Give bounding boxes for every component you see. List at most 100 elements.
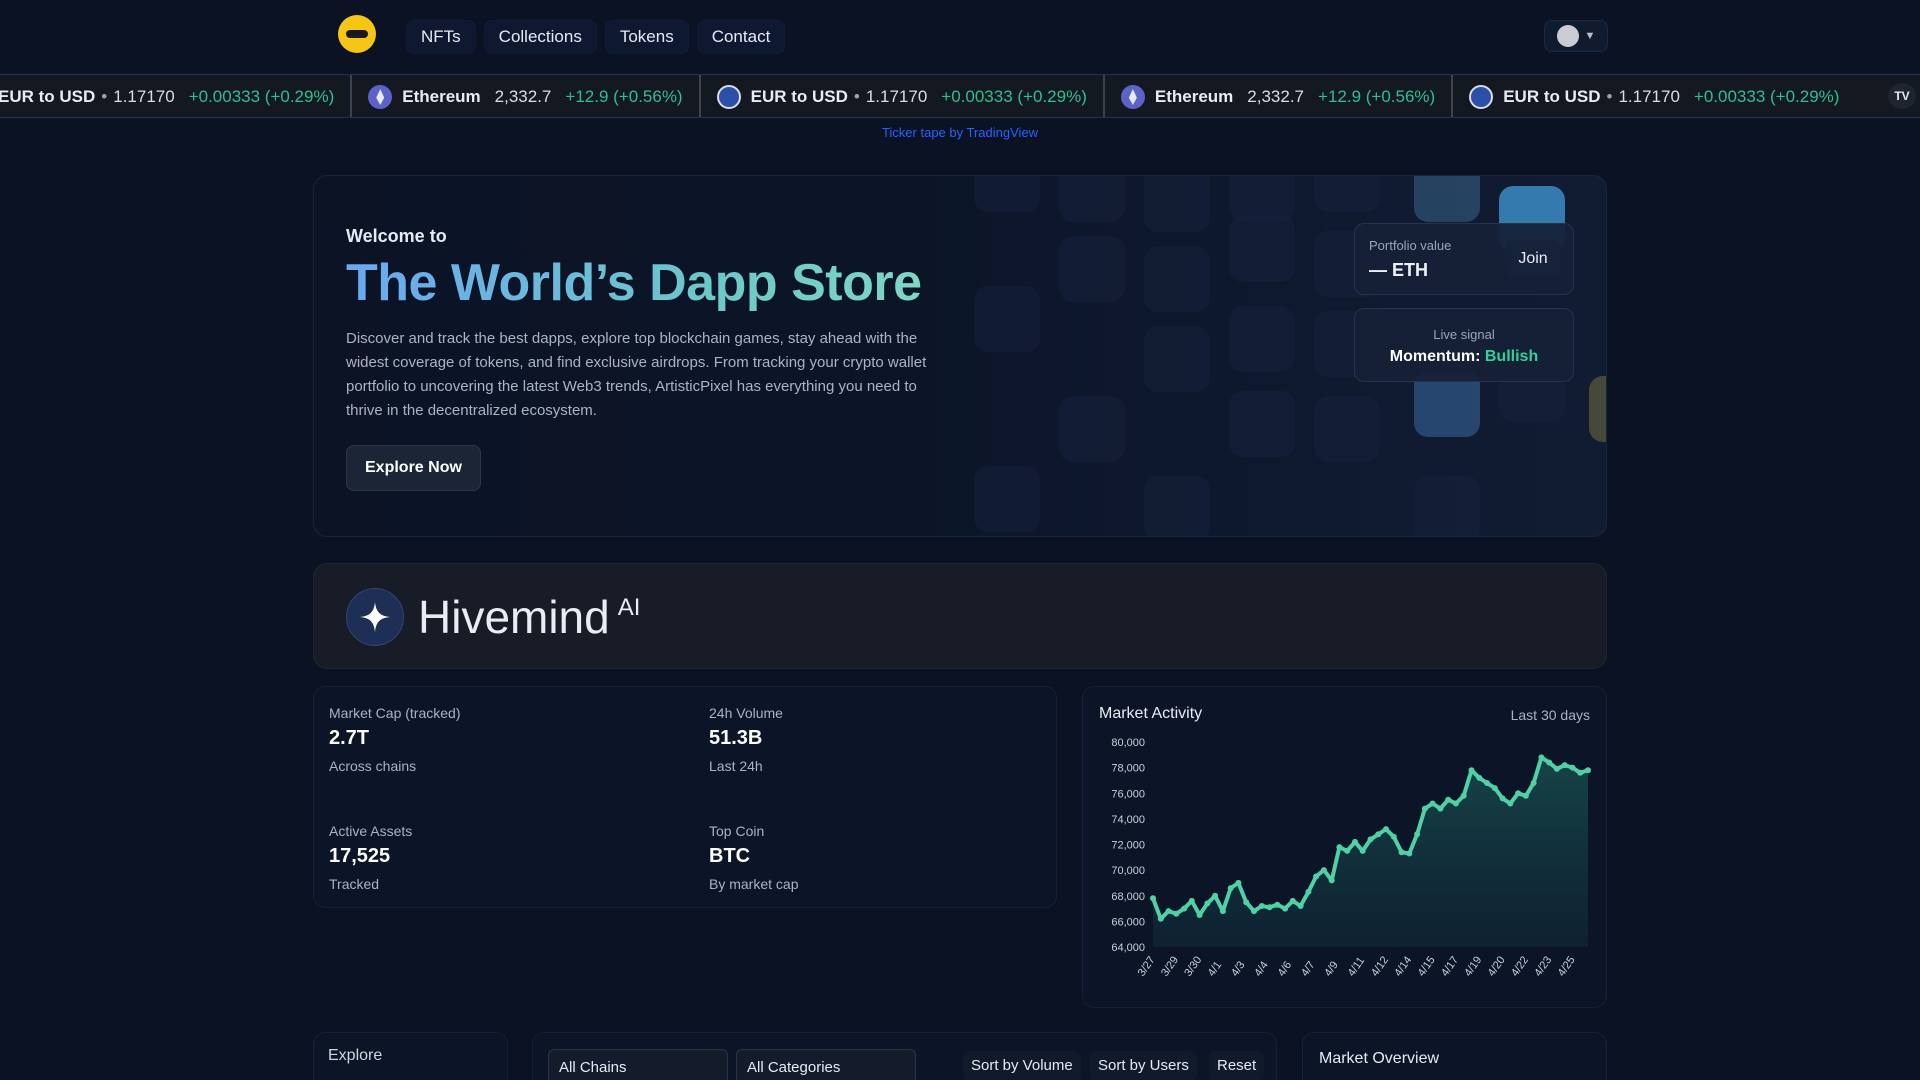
chart-data-point[interactable] (1468, 767, 1475, 774)
chart-data-point[interactable] (1188, 897, 1195, 904)
hivemind-title-text: Hivemind (418, 591, 610, 643)
sort-volume-button[interactable]: Sort by Volume (963, 1051, 1081, 1080)
y-tick-label: 68,000 (1111, 891, 1145, 903)
chart-data-point[interactable] (1515, 790, 1522, 797)
chart-data-point[interactable] (1266, 904, 1273, 911)
chart-data-point[interactable] (1150, 895, 1156, 902)
chart-data-point[interactable] (1530, 780, 1537, 786)
chart-data-point[interactable] (1561, 762, 1568, 769)
chart-data-point[interactable] (1165, 908, 1172, 915)
chart-data-point[interactable] (1383, 826, 1389, 833)
market-activity-chart[interactable]: 64,000 66,000 68,000 70,000 72,000 74,000 76,0… (1083, 687, 1608, 1009)
stat-active-assets: Active Assets 17,525 Tracked (329, 823, 669, 892)
chart-data-point[interactable] (1227, 885, 1234, 892)
ticker-caption-link[interactable]: Ticker tape by TradingView (0, 125, 1920, 140)
chart-data-point[interactable] (1437, 805, 1444, 812)
ticker-item[interactable]: EUR to USD • 1.17170 +0.00333 (+0.29%) (1453, 75, 1855, 117)
chart-data-point[interactable] (1546, 759, 1553, 766)
category-select[interactable]: All Categories (736, 1049, 916, 1080)
x-tick-label: 4/14 (1392, 954, 1414, 978)
chart-data-point[interactable] (1452, 800, 1459, 807)
chart-data-point[interactable] (1243, 899, 1250, 906)
chart-data-point[interactable] (1258, 903, 1265, 909)
sort-users-button[interactable]: Sort by Users (1090, 1051, 1197, 1080)
chart-data-point[interactable] (1219, 908, 1226, 915)
chart-data-point[interactable] (1297, 903, 1304, 909)
ticker-tape[interactable]: EUR to USD • 1.17170 +0.00333 (+0.29%) E… (0, 74, 1920, 118)
chart-data-point[interactable] (1499, 795, 1506, 802)
explore-heading: Explore (328, 1047, 383, 1064)
chart-data-point[interactable] (1538, 754, 1545, 761)
chart-data-point[interactable] (1484, 780, 1490, 786)
chart-data-point[interactable] (1181, 905, 1188, 912)
join-button[interactable]: Join (1505, 240, 1561, 278)
nav-collections[interactable]: Collections (483, 20, 597, 54)
reset-button[interactable]: Reset (1209, 1051, 1265, 1080)
hivemind-banner[interactable]: Hivemind AI (313, 563, 1607, 669)
ticker-separator: • (853, 87, 860, 106)
chart-data-point[interactable] (1367, 836, 1374, 843)
chart-data-point[interactable] (1390, 833, 1397, 840)
chart-data-point[interactable] (1445, 796, 1452, 803)
chart-data-point[interactable] (1375, 831, 1382, 838)
nav-contact[interactable]: Contact (696, 20, 786, 54)
ticker-price: 1.17170 (865, 87, 928, 106)
chart-data-point[interactable] (1305, 888, 1312, 895)
chart-data-point[interactable] (1212, 892, 1219, 899)
chart-data-point[interactable] (1359, 847, 1366, 854)
ticker-item[interactable]: EUR to USD • 1.17170 +0.00333 (+0.29%) (701, 75, 1105, 117)
chart-data-point[interactable] (1274, 901, 1281, 908)
nav-tokens[interactable]: Tokens (604, 20, 689, 54)
chart-data-point[interactable] (1414, 831, 1421, 838)
x-tick-label: 4/6 (1276, 959, 1295, 978)
chart-data-point[interactable] (1235, 879, 1242, 886)
chart-data-point[interactable] (1352, 838, 1358, 845)
tradingview-logo-icon[interactable]: TV (1888, 83, 1916, 109)
chart-data-point[interactable] (1507, 800, 1514, 807)
chart-data-point[interactable] (1577, 769, 1584, 776)
chart-data-point[interactable] (1406, 850, 1413, 857)
chart-data-point[interactable] (1585, 767, 1591, 774)
ticker-price: 1.17170 (1618, 87, 1680, 106)
nav-nfts[interactable]: NFTs (406, 20, 476, 54)
stats-panel: Market Cap (tracked) 2.7T Across chains … (313, 686, 1057, 908)
chart-data-point[interactable] (1289, 897, 1296, 904)
chart-data-point[interactable] (1553, 765, 1560, 772)
chart-data-point[interactable] (1344, 847, 1351, 854)
chart-data-point[interactable] (1282, 905, 1289, 912)
chart-data-point[interactable] (1491, 785, 1498, 792)
chart-data-point[interactable] (1157, 915, 1164, 922)
site-logo[interactable] (338, 15, 376, 53)
chart-data-point[interactable] (1196, 912, 1203, 918)
x-tick-label: 4/3 (1229, 959, 1248, 978)
chart-data-point[interactable] (1569, 764, 1576, 771)
chart-data-point[interactable] (1429, 800, 1436, 807)
chart-data-point[interactable] (1336, 844, 1343, 851)
ticker-item[interactable]: Ethereum 2,332.7 +12.9 (+0.56%) (1105, 75, 1454, 117)
account-menu-button[interactable]: ▼ (1544, 20, 1608, 52)
dapp-tile-icon (1059, 396, 1125, 462)
chart-data-point[interactable] (1421, 805, 1428, 812)
x-tick-label: 4/15 (1416, 954, 1438, 978)
explore-now-button[interactable]: Explore Now (346, 445, 481, 491)
chart-data-point[interactable] (1251, 908, 1257, 915)
hero-title: The World’s Dapp Store (346, 253, 946, 313)
ticker-change: +12.9 (+0.56%) (1318, 87, 1436, 106)
chart-data-point[interactable] (1204, 900, 1211, 907)
ticker-item[interactable]: EUR to USD • 1.17170 +0.00333 (+0.29%) (0, 75, 353, 117)
chart-data-point[interactable] (1398, 849, 1405, 856)
ticker-price: 1.17170 (113, 87, 175, 106)
ticker-item[interactable]: Ethereum 2,332.7 +12.9 (+0.56%) (352, 75, 701, 117)
chart-data-point[interactable] (1313, 873, 1320, 880)
chain-select[interactable]: All Chains (548, 1049, 728, 1080)
chart-data-point[interactable] (1522, 792, 1529, 799)
ticker-track: EUR to USD • 1.17170 +0.00333 (+0.29%) E… (0, 75, 1855, 117)
chart-data-point[interactable] (1476, 774, 1483, 781)
chart-data-point[interactable] (1460, 792, 1467, 799)
momentum-readout: Momentum: Bullish (1355, 348, 1573, 366)
chart-data-point[interactable] (1328, 877, 1335, 884)
stat-subtext: Last 24h (709, 758, 763, 774)
chart-data-point[interactable] (1173, 910, 1180, 917)
chart-data-point[interactable] (1320, 867, 1327, 874)
stat-label: Top Coin (709, 823, 765, 839)
